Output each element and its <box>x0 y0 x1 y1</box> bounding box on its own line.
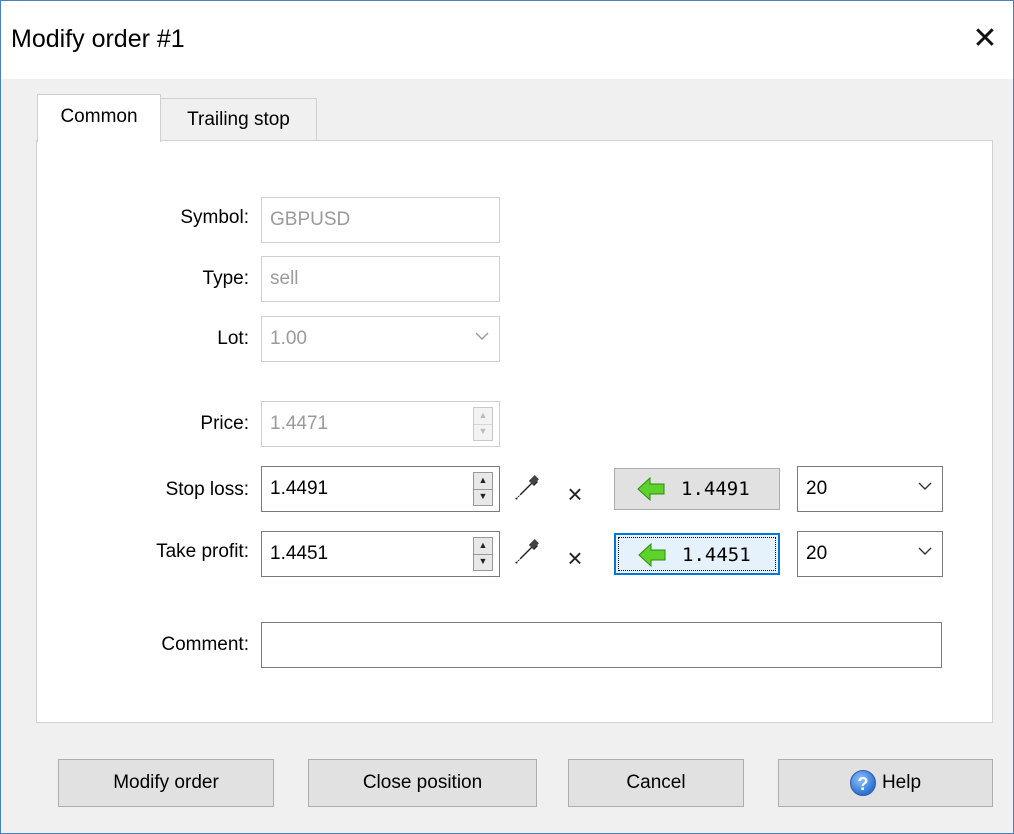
take-profit-spinner[interactable]: ▲ ▼ <box>473 537 493 571</box>
symbol-field: GBPUSD <box>261 197 500 243</box>
type-field: sell <box>261 256 500 302</box>
price-value: 1.4471 <box>270 413 329 434</box>
spin-up-icon[interactable]: ▲ <box>474 538 492 555</box>
take-profit-field[interactable]: 1.4451 ▲ ▼ <box>261 531 500 577</box>
comment-input[interactable] <box>261 622 942 668</box>
spin-down-icon[interactable]: ▼ <box>474 489 492 505</box>
stop-loss-points-value: 20 <box>806 478 828 499</box>
lot-value: 1.00 <box>270 328 307 349</box>
title-bar: Modify order #1 ✕ <box>1 1 1013 79</box>
left-arrow-icon <box>638 543 666 567</box>
spin-down-icon[interactable]: ▼ <box>474 554 492 570</box>
chevron-down-icon <box>918 482 932 490</box>
lot-label: Lot: <box>217 328 249 349</box>
take-profit-points-value: 20 <box>806 543 828 564</box>
type-label: Type: <box>202 268 249 289</box>
lot-select: 1.00 <box>261 316 500 362</box>
symbol-label: Symbol: <box>180 207 249 228</box>
spin-up-icon[interactable]: ▲ <box>474 473 492 490</box>
stop-loss-value[interactable]: 1.4491 <box>270 478 328 499</box>
stop-loss-label: Stop loss: <box>165 479 249 500</box>
take-profit-set-button[interactable]: 1.4451 <box>614 533 780 575</box>
stop-loss-clear-button[interactable]: × <box>564 480 586 508</box>
comment-label: Comment: <box>161 634 249 655</box>
tab-trailing-stop[interactable]: Trailing stop <box>160 98 317 140</box>
price-field: 1.4471 ▲ ▼ <box>261 401 500 447</box>
take-profit-label: Take profit: <box>156 541 249 562</box>
stop-loss-quick-value: 1.4491 <box>681 478 750 500</box>
help-icon: ? <box>849 769 876 796</box>
take-profit-points-select[interactable]: 20 <box>797 531 943 577</box>
take-profit-eyedropper-icon[interactable] <box>513 538 541 568</box>
stop-loss-set-button[interactable]: 1.4491 <box>614 468 780 510</box>
help-button-label: Help <box>881 772 922 793</box>
stop-loss-points-select[interactable]: 20 <box>797 466 943 512</box>
take-profit-quick-value: 1.4451 <box>682 544 751 566</box>
price-label: Price: <box>200 413 249 434</box>
stop-loss-spinner[interactable]: ▲ ▼ <box>473 472 493 506</box>
modify-order-button[interactable]: Modify order <box>58 759 274 807</box>
stop-loss-eyedropper-icon[interactable] <box>513 474 541 504</box>
cancel-button[interactable]: Cancel <box>568 759 744 807</box>
price-spinner: ▲ ▼ <box>473 407 493 441</box>
spin-up-icon: ▲ <box>474 408 492 425</box>
take-profit-clear-button[interactable]: × <box>564 544 586 572</box>
window-title: Modify order #1 <box>11 25 185 53</box>
stop-loss-field[interactable]: 1.4491 ▲ ▼ <box>261 466 500 512</box>
take-profit-value[interactable]: 1.4451 <box>270 543 328 564</box>
chevron-down-icon <box>475 332 489 340</box>
modify-order-dialog: Modify order #1 ✕ Common Trailing stop S… <box>0 0 1014 834</box>
spin-down-icon: ▼ <box>478 426 488 436</box>
close-position-button[interactable]: Close position <box>308 759 537 807</box>
tab-common[interactable]: Common <box>37 94 161 142</box>
close-icon[interactable]: ✕ <box>967 21 1003 57</box>
left-arrow-icon <box>637 477 665 501</box>
chevron-down-icon <box>918 547 932 555</box>
help-button[interactable]: ? Help <box>778 759 993 807</box>
